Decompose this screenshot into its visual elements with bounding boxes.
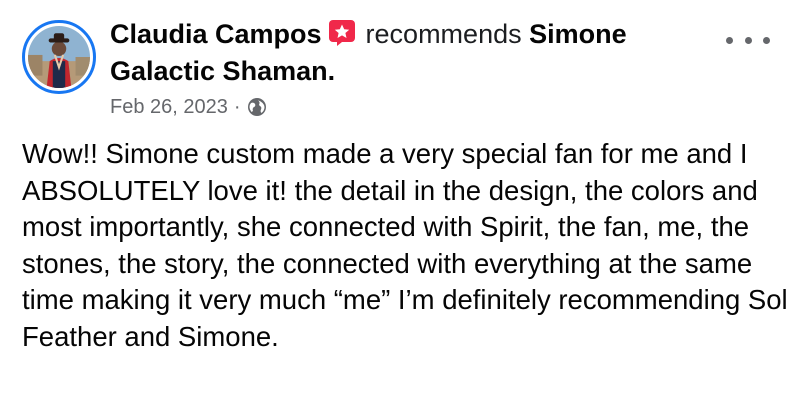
avatar[interactable]	[22, 20, 96, 94]
page-name-line1: Simone	[529, 19, 627, 49]
author-name[interactable]: Claudia Campos	[110, 19, 322, 49]
post-date[interactable]: Feb 26, 2023	[110, 94, 228, 120]
more-dot	[744, 36, 752, 44]
page-name-line2: Galactic Shaman.	[110, 56, 336, 86]
avatar-photo	[28, 26, 90, 88]
globe-icon[interactable]	[247, 97, 267, 117]
meta-separator: ·	[233, 96, 241, 118]
post-body-text: Wow!! Simone custom made a very special …	[22, 138, 788, 352]
post-meta: Feb 26, 2023 ·	[110, 94, 267, 120]
more-dot	[763, 36, 770, 44]
more-dot	[726, 36, 733, 44]
star-badge-icon	[328, 20, 355, 46]
post-header: Claudia Campos recommends Simone Galactic…	[110, 16, 720, 90]
post-card: Claudia Campos recommends Simone Galactic…	[0, 0, 800, 401]
more-options-icon[interactable]	[726, 30, 770, 50]
recommends-text: recommends	[365, 19, 522, 49]
